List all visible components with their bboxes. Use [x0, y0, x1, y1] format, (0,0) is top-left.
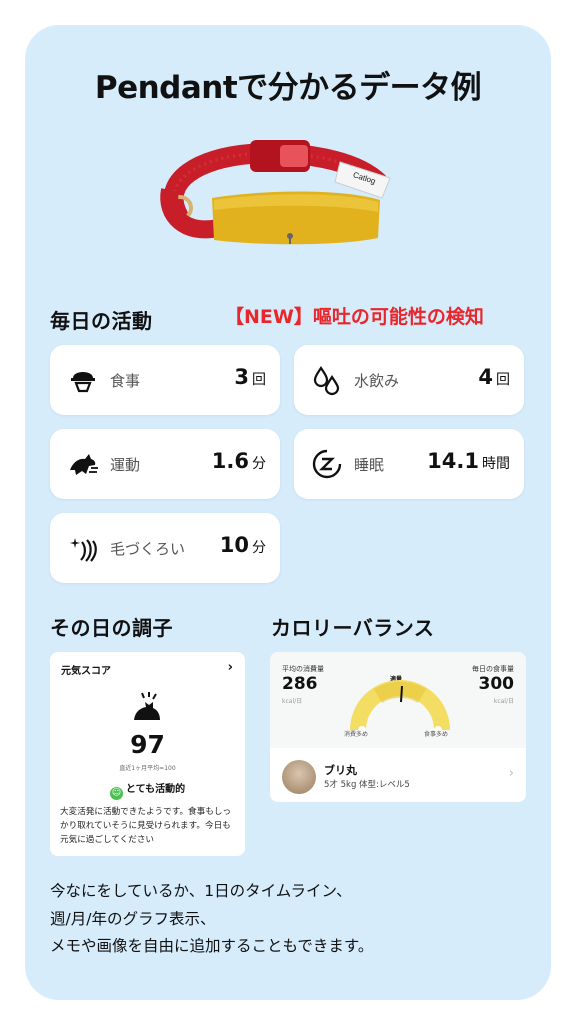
running-cat-icon [70, 454, 98, 475]
tile-label: 食事 [110, 372, 141, 390]
tile-label: 水飲み [354, 372, 400, 390]
tile-value: 4回 [478, 365, 510, 389]
tile-label: 睡眠 [354, 456, 385, 474]
daily-food-value: 300 [478, 674, 515, 694]
tile-label: 運動 [110, 456, 141, 474]
water-drop-icon [313, 366, 340, 396]
score-average: 直近1ヶ月平均=100 [119, 765, 176, 772]
score-card-title: 元気スコア [61, 666, 111, 677]
calorie-gauge [350, 680, 450, 734]
tile-sleep: 睡眠 14.1 時間 [294, 429, 524, 499]
tile-water: 水飲み 4回 [294, 345, 524, 415]
footer-description: 今なにをしているか、1日のタイムライン、 週/月/年のグラフ表示、 メモや画像を… [50, 882, 374, 955]
chevron-right-icon[interactable]: › [509, 766, 514, 781]
tile-grooming: 毛づくろい 10 分 [50, 513, 280, 583]
pet-avatar [282, 760, 316, 794]
daily-food-unit: kcal/日 [493, 698, 514, 705]
tile-meal: 食事 3回 [50, 345, 280, 415]
page-title: Pendantで分かるデータ例 [94, 70, 482, 106]
gauge-right-scale: 食事多め [424, 731, 449, 738]
avg-consumption-label: 平均の消費量 [282, 665, 324, 673]
avg-consumption-value: 286 [282, 674, 318, 694]
score-value: 97 [130, 730, 165, 759]
tile-value: 14.1 時間 [427, 449, 510, 473]
grooming-icon [70, 538, 97, 562]
daily-food-label: 毎日の食事量 [472, 665, 514, 673]
daily-activity-heading: 毎日の活動 [50, 309, 153, 333]
gauge-left-scale: 消費多め [344, 731, 369, 738]
calorie-heading: カロリーバランス [271, 616, 435, 640]
new-vomit-detection-label: 【NEW】嘔吐の可能性の検知 [225, 306, 484, 328]
status-badge: ☺ とても活動的 [109, 784, 186, 800]
avg-consumption-unit: kcal/日 [282, 698, 303, 705]
smile-icon: ☺ [109, 787, 123, 800]
tile-label: 毛づくろい [110, 540, 186, 558]
condition-heading: その日の調子 [50, 616, 173, 640]
chevron-right-icon[interactable]: › [228, 660, 233, 675]
active-cat-icon [134, 692, 160, 720]
pet-info: 5才 5kg 体型:レベル5 [324, 780, 410, 790]
pendant-collar-image: Catlog [160, 140, 391, 245]
energy-score-card[interactable]: 元気スコア › 97 直近1ヶ月平均=100 ☺ とても活動的 大変活発に活動でき… [50, 652, 245, 856]
tile-exercise: 運動 1.6 分 [50, 429, 280, 499]
tile-value: 10 分 [219, 533, 266, 557]
food-bowl-icon [71, 372, 95, 393]
pet-name: ブリ丸 [324, 764, 357, 777]
sleep-icon [312, 449, 342, 479]
tile-value: 3回 [234, 365, 266, 389]
calorie-balance-card[interactable]: 平均の消費量 286 kcal/日 毎日の食事量 300 kcal/日 適量 消… [270, 652, 526, 802]
tile-value: 1.6 分 [211, 449, 266, 473]
score-description: 大変活発に活動できたようです。食事もしっかり取れていそうに見受けられます。今日も… [60, 807, 232, 845]
